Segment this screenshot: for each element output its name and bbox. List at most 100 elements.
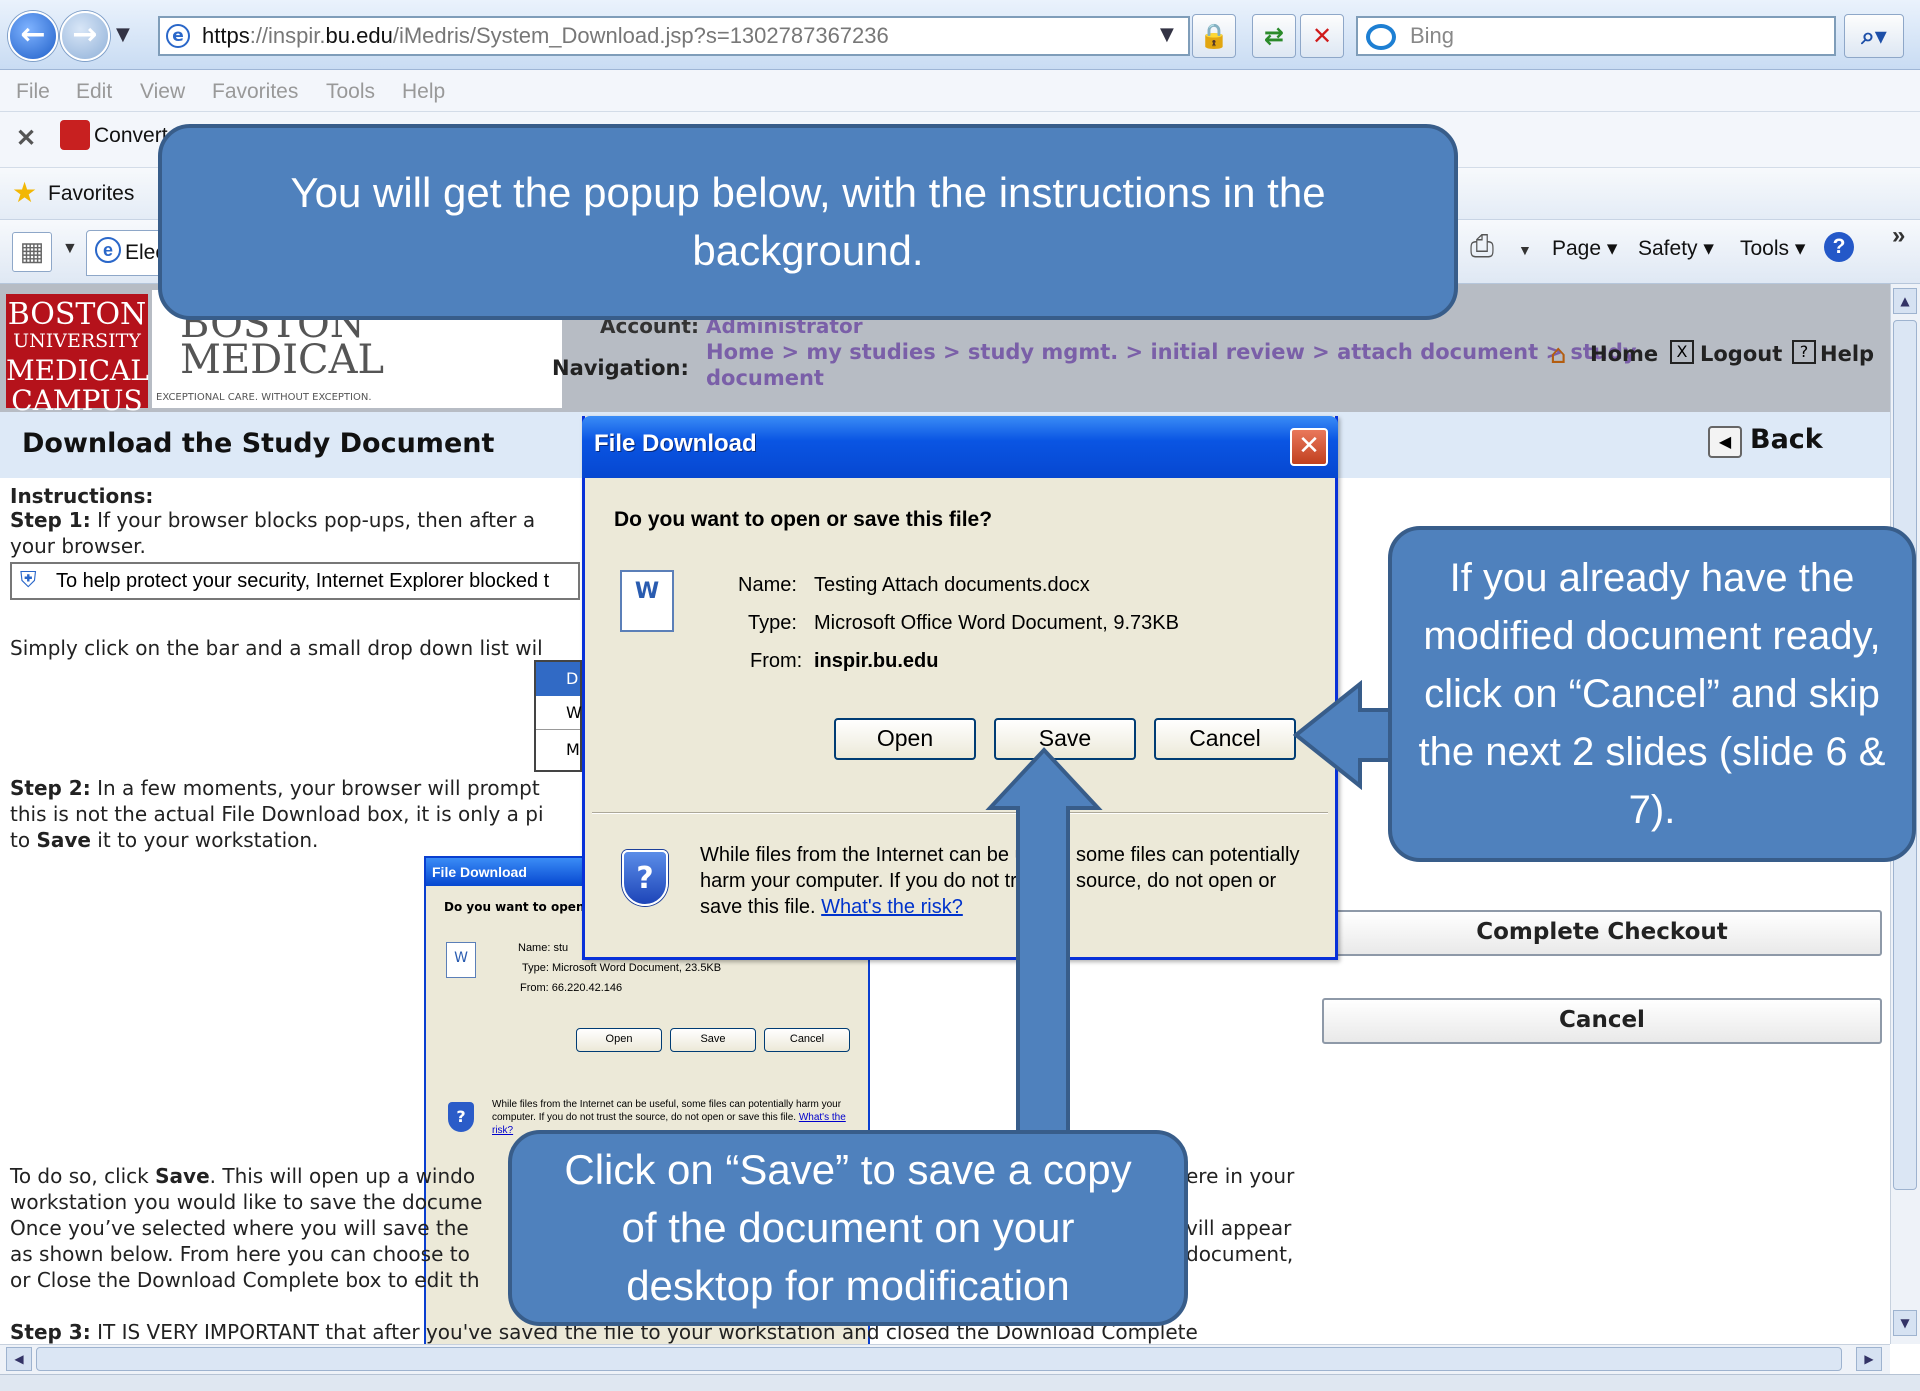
dialog-close-icon[interactable]: ✕	[1290, 428, 1328, 466]
infobar-text: To help protect your security, Internet …	[56, 570, 550, 592]
callout-bottom: Click on “Save” to save a copy of the do…	[508, 1130, 1188, 1326]
scroll-left-icon[interactable]: ◀	[6, 1347, 32, 1371]
breadcrumb[interactable]: Home > my studies > study mgmt. > initia…	[706, 340, 1637, 364]
up-arrow-shape	[985, 747, 1103, 1146]
callout-arrow-up	[985, 747, 1103, 1146]
help-menu-icon[interactable]: ?	[1824, 232, 1854, 262]
left-arrow-shape	[1292, 680, 1400, 790]
breadcrumb-cont[interactable]: document	[706, 366, 824, 390]
warning-line2-b: source, do not open or	[1076, 870, 1277, 892]
step2-label: Step 2:	[10, 776, 91, 800]
scroll-right-icon[interactable]: ▶	[1856, 1347, 1882, 1371]
dialog-title: File Download	[594, 430, 757, 457]
url-dropdown-icon[interactable]: ▼	[1160, 24, 1174, 45]
todo-line4: as shown below. From here you can choose…	[10, 1242, 470, 1266]
whats-the-risk-link[interactable]: What's the risk?	[821, 896, 963, 918]
simply-text: Simply click on the bar and a small drop…	[10, 636, 543, 660]
home-link[interactable]: Home	[1590, 342, 1658, 366]
menu-tools[interactable]: Tools	[326, 80, 375, 104]
favorites-star-icon: ★	[12, 177, 38, 208]
bu-logo-line: MEDICAL	[6, 354, 149, 387]
step1-body: If your browser blocks pop-ups, then aft…	[90, 508, 536, 532]
bu-logo-line: UNIVERSITY	[13, 330, 141, 352]
file-type-label: Type:	[748, 612, 797, 634]
back-link[interactable]: Back	[1750, 424, 1823, 455]
step2-text: Step 2: In a few moments, your browser w…	[10, 776, 540, 800]
warning-line2-a: harm your computer. If you do not tr	[700, 870, 1017, 892]
menu-edit[interactable]: Edit	[76, 80, 112, 104]
scroll-down-icon[interactable]: ▼	[1893, 1310, 1917, 1336]
refresh-icon[interactable]: ⇄	[1252, 14, 1296, 58]
todo-line5: or Close the Download Complete box to ed…	[10, 1268, 480, 1292]
file-type-value: Microsoft Office Word Document, 9.73KB	[814, 612, 1179, 634]
bing-icon	[1366, 24, 1396, 50]
logout-icon: X	[1670, 340, 1694, 364]
page-cancel-button[interactable]: Cancel	[1322, 998, 1882, 1044]
todo-line2: workstation you would like to save the d…	[10, 1190, 483, 1214]
quick-tabs-icon[interactable]: ▦	[12, 232, 52, 272]
todo-line3: Once you’ve selected where you will save…	[10, 1216, 469, 1240]
dialog-titlebar[interactable]: File Download ✕	[582, 416, 1338, 478]
menu-favorites[interactable]: Favorites	[212, 80, 298, 104]
dropdown-sample: D W M	[534, 660, 582, 772]
todo-line3-right: vill appear	[1186, 1216, 1292, 1240]
horizontal-scrollbar[interactable]: ◀ ▶	[0, 1344, 1890, 1374]
step2-body: In a few moments, your browser will prom…	[90, 776, 540, 800]
open-button[interactable]: Open	[834, 718, 976, 760]
file-name-value: Testing Attach documents.docx	[814, 574, 1090, 596]
search-go-icon[interactable]: ⌕▾	[1844, 14, 1904, 58]
bu-medical-campus-logo: BOSTON UNIVERSITY MEDICAL CAMPUS	[6, 294, 149, 415]
back-arrow-icon[interactable]: ←	[8, 11, 58, 61]
chevron-more-icon[interactable]: »	[1892, 222, 1905, 250]
bu-logo-line: BOSTON	[7, 297, 147, 332]
safety-menu[interactable]: Safety ▾	[1638, 236, 1714, 261]
status-bar	[0, 1374, 1920, 1391]
scroll-up-icon[interactable]: ▲	[1893, 288, 1917, 314]
search-input[interactable]: Bing	[1356, 16, 1836, 56]
hscroll-thumb[interactable]	[36, 1347, 1842, 1371]
infobar-shield-icon: ⛨	[20, 568, 37, 593]
close-toolbar-icon[interactable]: ✕	[16, 124, 36, 153]
file-name-label: Name:	[738, 574, 797, 596]
favorites-button[interactable]: Favorites	[48, 182, 134, 206]
bmc-logo-line: MEDICAL	[180, 337, 385, 383]
stop-icon[interactable]: ✕	[1300, 14, 1344, 58]
dropdown-sample-item: M	[566, 740, 580, 759]
dropdown-sample-item: W	[536, 696, 582, 730]
back-arrow-box-icon[interactable]: ◀	[1708, 426, 1742, 458]
file-from-label: From:	[750, 650, 803, 672]
print-dropdown-icon[interactable]: ▼	[1518, 242, 1532, 258]
help-link[interactable]: Help	[1820, 342, 1874, 366]
page-menu[interactable]: Page ▾	[1552, 236, 1617, 261]
menu-bar: File Edit View Favorites Tools Help	[0, 70, 1920, 112]
sample-word-doc-icon: W	[446, 942, 476, 978]
tab-list-dropdown-icon[interactable]: ▼	[62, 240, 78, 258]
sample-from-row: From: 66.220.42.146	[520, 982, 623, 994]
page-title: Download the Study Document	[22, 428, 495, 459]
todo-line1-right: ere in your	[1186, 1164, 1295, 1188]
step1-text: Step 1: If your browser blocks pop-ups, …	[10, 508, 535, 532]
convert-button[interactable]: Convert	[94, 124, 168, 148]
complete-checkout-button[interactable]: Complete Checkout	[1322, 910, 1882, 956]
cancel-button[interactable]: Cancel	[1154, 718, 1296, 760]
logout-link[interactable]: Logout	[1700, 342, 1782, 366]
sample-cancel-button: Cancel	[764, 1028, 850, 1052]
history-dropdown-icon[interactable]: ▼	[116, 24, 130, 45]
bu-logo-line: CAMPUS	[11, 384, 143, 417]
menu-file[interactable]: File	[16, 80, 50, 104]
dropdown-sample-item: D	[536, 662, 580, 696]
print-icon[interactable]: ⎙	[1470, 230, 1494, 264]
todo-line1: To do so, click Save. This will open up …	[10, 1164, 476, 1188]
menu-view[interactable]: View	[140, 80, 185, 104]
lock-icon[interactable]: 🔒	[1192, 14, 1236, 58]
menu-help[interactable]: Help	[402, 80, 445, 104]
url-input[interactable]: https://inspir.bu.edu/iMedris/System_Dow…	[158, 16, 1190, 56]
bmc-tagline: EXCEPTIONAL CARE. WITHOUT EXCEPTION.	[156, 392, 372, 403]
step1-label: Step 1:	[10, 508, 91, 532]
tools-menu[interactable]: Tools ▾	[1740, 236, 1805, 261]
sample-type-row: Type: Microsoft Word Document, 23.5KB	[522, 962, 722, 974]
dialog-question: Do you want to open or save this file?	[614, 508, 993, 531]
pdf-convert-icon	[60, 120, 90, 150]
forward-arrow-icon[interactable]: →	[60, 11, 110, 61]
dialog-divider	[592, 812, 1328, 814]
